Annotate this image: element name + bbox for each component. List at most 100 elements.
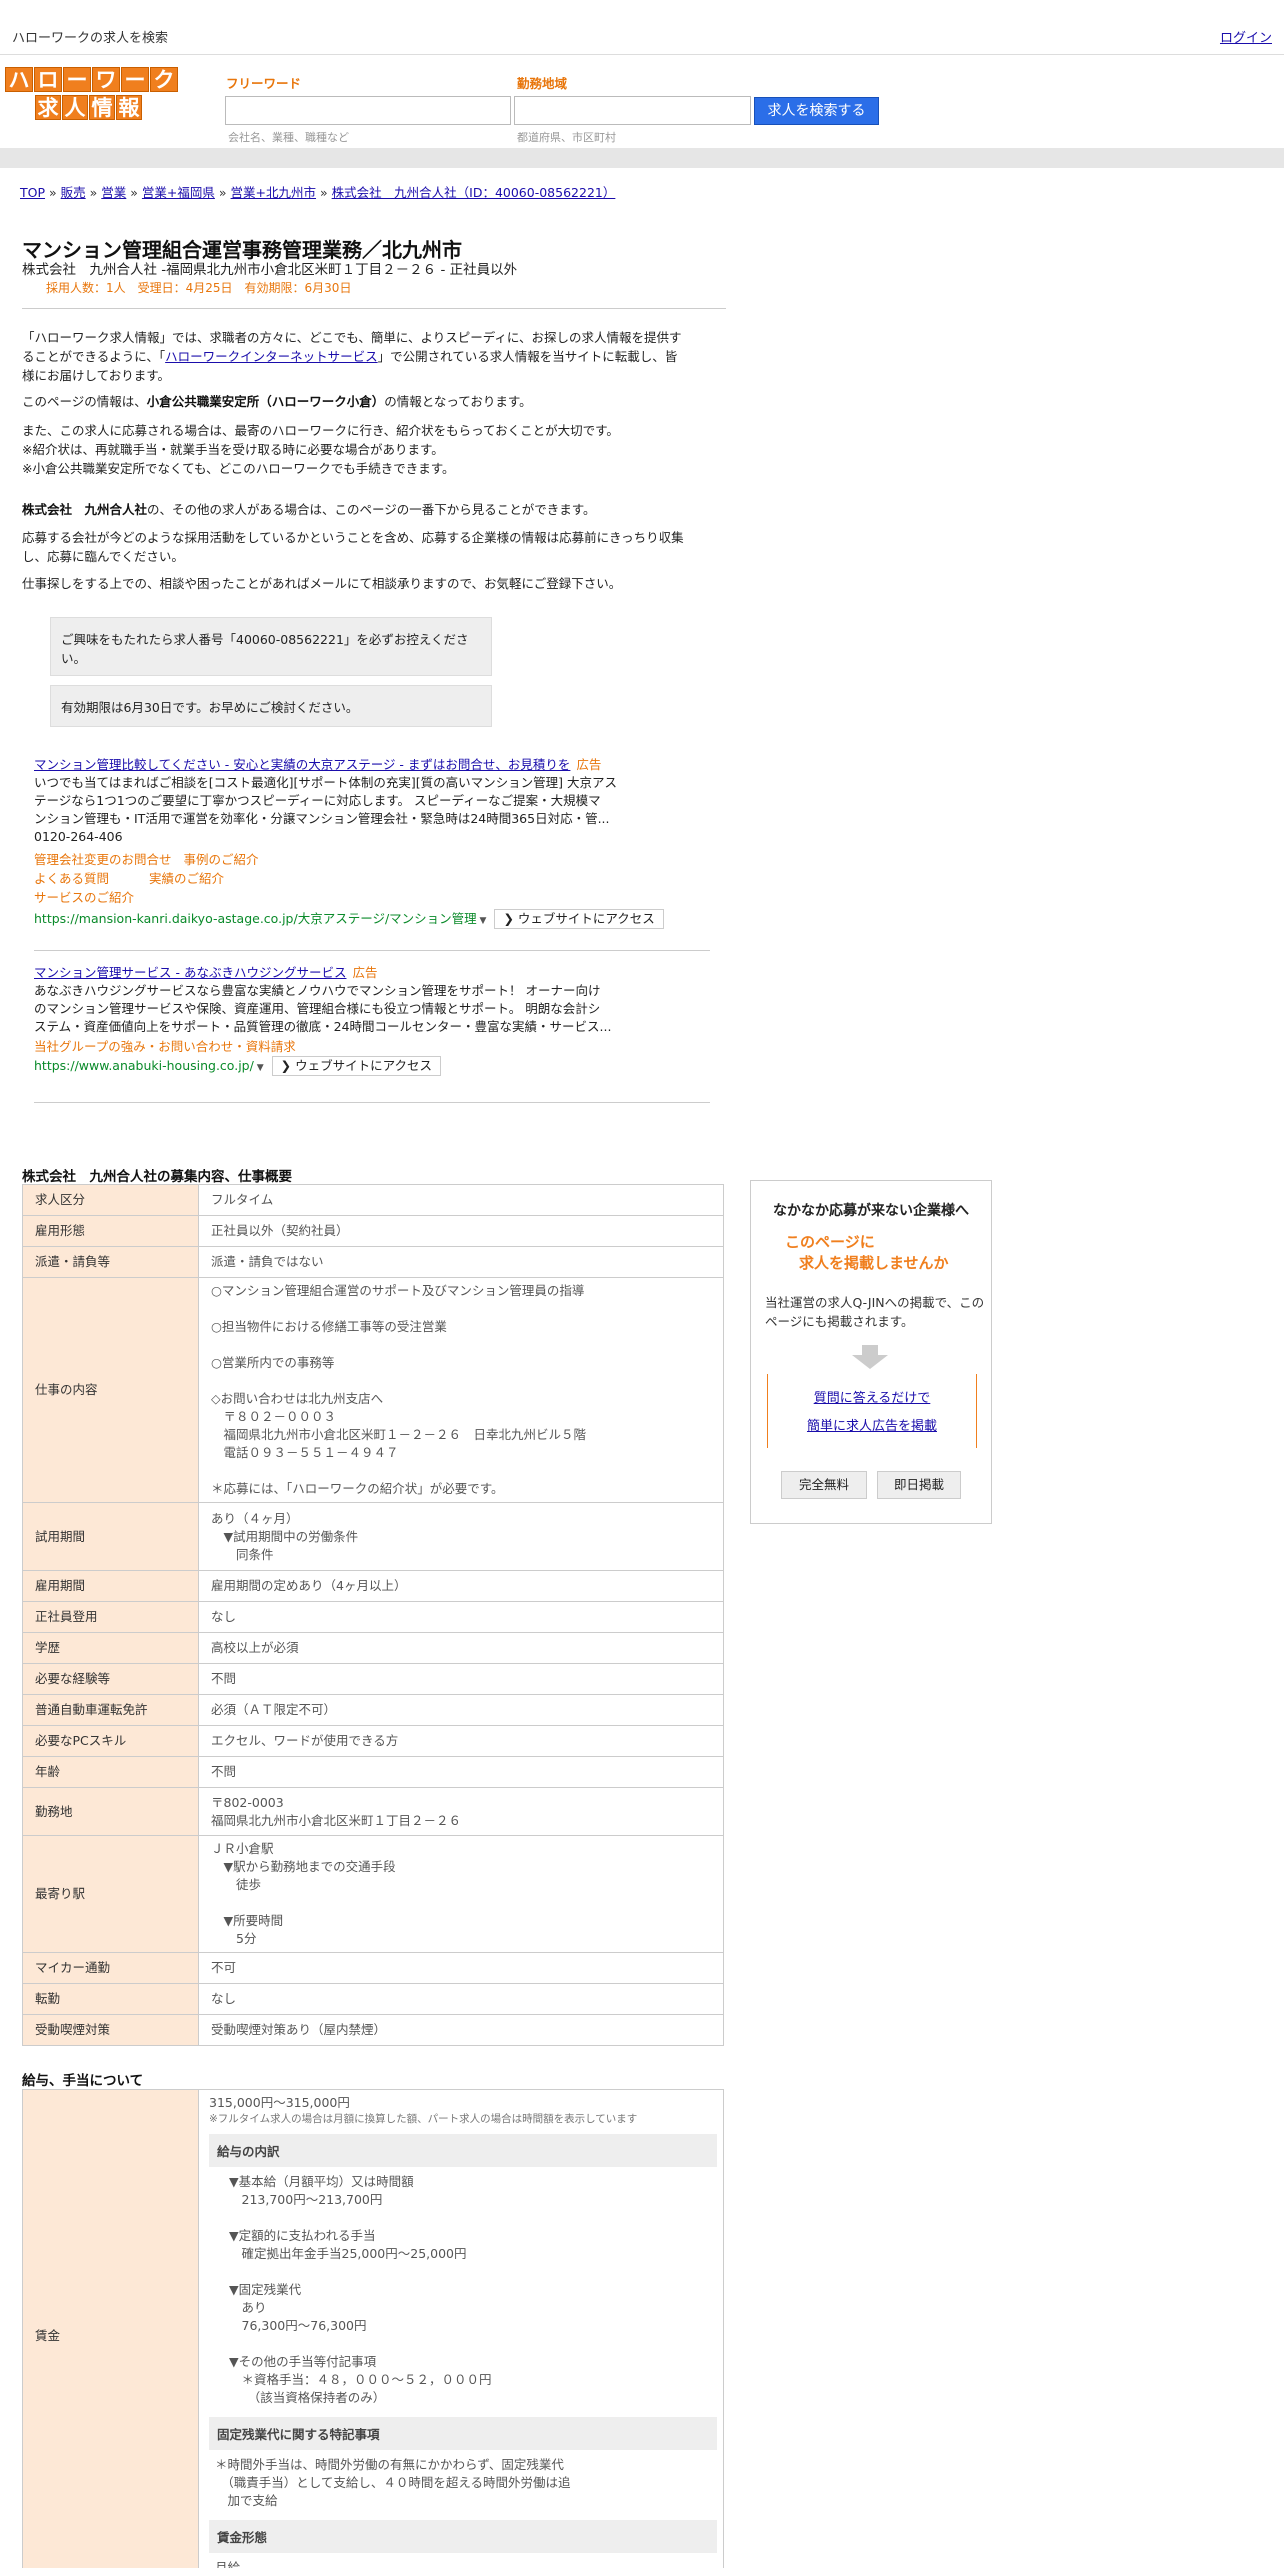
ad-2-visit-button[interactable]: ❯ ウェブサイトにアクセス [271, 1056, 441, 1076]
row-value: 高校以上が必須 [198, 1632, 724, 1664]
arrow-down-icon [852, 1355, 888, 1369]
area-hint: 都道府県、市区町村 [517, 131, 616, 144]
logo-char: 報 [116, 95, 142, 120]
ad-badge: 広告 [352, 965, 378, 980]
table-row: 受動喫煙対策 受動喫煙対策あり（屋内禁煙） [22, 2014, 724, 2046]
salary-breakdown: ▼基本給（月額平均）又は時間額 213,700円〜213,700円 ▼定額的に支… [229, 2174, 492, 2405]
divider [22, 308, 726, 309]
row-label: 仕事の内容 [22, 1277, 199, 1503]
row-label: 普通自動車運転免許 [22, 1694, 199, 1726]
salary-key: 賃金 [22, 2089, 199, 2568]
search-button[interactable]: 求人を検索する [754, 97, 879, 125]
job-details-table: 求人区分 フルタイム 雇用形態 正社員以外（契約社員） 派遣・請負等 派遣・請負ではない仕… [22, 1184, 724, 2046]
table-row: 必要な経験等 不問 [22, 1663, 724, 1695]
divider-bar [0, 148, 1284, 168]
arrow-down-icon [862, 1345, 878, 1355]
same-day-badge[interactable]: 即日掲載 [877, 1471, 961, 1499]
logo-char: ー [63, 67, 91, 92]
table-row: 求人区分 フルタイム [22, 1184, 724, 1216]
sidebar-desc: 当社運営の求人Q-JINへの掲載で、このページにも掲載されます。 [765, 1295, 985, 1329]
area-input[interactable] [514, 96, 751, 125]
breadcrumb-kitakyushu[interactable]: 営業+北九州市 [231, 185, 316, 200]
notice-paragraph: また、この求人に応募される場合は、最寄のハローワークに行き、紹介状をもらっておく… [22, 423, 619, 476]
breadcrumb-eigyo[interactable]: 営業 [101, 185, 126, 200]
ad-1-link-services[interactable]: サービスのご紹介 [34, 890, 134, 905]
sidebar-link-frame: 質問に答えるだけで 簡単に求人広告を掲載 [767, 1374, 977, 1448]
sidebar-link-questions[interactable]: 質問に答えるだけで [814, 1391, 931, 1406]
sidebar-catch-1: このページに [785, 1233, 875, 1251]
row-label: 正社員登用 [22, 1601, 199, 1633]
breadcrumb-company[interactable]: 株式会社 九州合人社（ID：40060-08562221） [332, 185, 616, 200]
breadcrumb-fukuoka[interactable]: 営業+福岡県 [142, 185, 215, 200]
row-value: 雇用期間の定めあり（4ヶ月以上） [198, 1570, 724, 1602]
table-row: 派遣・請負等 派遣・請負ではない [22, 1246, 724, 1278]
keyword-input[interactable] [225, 96, 511, 125]
table-row: 必要なPCスキル エクセル、ワードが使用できる方 [22, 1725, 724, 1757]
row-label: 受動喫煙対策 [22, 2014, 199, 2046]
ad-1-link-results[interactable]: 実績のご紹介 [149, 871, 224, 886]
source-paragraph: このページの情報は、小倉公共職業安定所（ハローワーク小倉）の情報となっております… [22, 394, 532, 409]
keyword-label: フリーワード [226, 76, 302, 91]
ad-1-phone: 0120-264-406 [34, 829, 123, 844]
free-badge[interactable]: 完全無料 [781, 1471, 867, 1499]
section-salary: 給与、手当について [22, 2073, 144, 2089]
top-bar: ハローワークの求人を検索 ログイン [0, 0, 1284, 55]
row-label: 年齢 [22, 1756, 199, 1788]
breadcrumb-sales[interactable]: 販売 [61, 185, 86, 200]
hellowork-link[interactable]: ハローワークインターネットサービス [165, 349, 378, 364]
sidebar-ad: なかなか応募が来ない企業様へ このページに 求人を掲載しませんか 当社運営の求人… [750, 1180, 992, 1524]
logo-char: 人 [62, 95, 88, 120]
row-label: 雇用期間 [22, 1570, 199, 1602]
ad-1-link-faq[interactable]: よくある質問 [34, 871, 109, 886]
fixed-overtime-heading: 固定残業代に関する特記事項 [209, 2417, 717, 2450]
ad-1-visit-button[interactable]: ❯ ウェブサイトにアクセス [494, 909, 664, 929]
ad-1: マンション管理比較してください - 安心と実績の大京アステージ - まずはお問合… [34, 756, 710, 930]
row-value: 〒802-0003 福岡県北九州市小倉北区米町１丁目２－２６ [198, 1787, 724, 1836]
job-meta: 採用人数：1人 受理日：4月25日 有効期限：6月30日 [46, 281, 352, 295]
row-value: あり（４ヶ月） ▼試用期間中の労働条件 同条件 [198, 1502, 724, 1571]
table-row: 賃金 315,000円〜315,000円 ※フルタイム求人の場合は月額に換算した… [22, 2089, 724, 2568]
breakdown-heading: 給与の内訳 [209, 2134, 717, 2167]
row-label: 派遣・請負等 [22, 1246, 199, 1278]
other-jobs-paragraph: 株式会社 九州合人社の、その他の求人がある場合は、このページの一番下から見ること… [22, 502, 596, 517]
research-paragraph: 応募する会社が今どのような採用活動をしているかということを含め、応募する企業様の… [22, 530, 684, 564]
sidebar-catch-2: 求人を掲載しませんか [799, 1254, 949, 1272]
row-label: 求人区分 [22, 1184, 199, 1216]
table-row: 学歴 高校以上が必須 [22, 1632, 724, 1664]
ad-2-url[interactable]: https://www.anabuki-housing.co.jp/ [34, 1058, 254, 1073]
intro-paragraph: 「ハローワーク求人情報」では、求職者の方々に、どこでも、簡単に、よりスピーディに… [22, 330, 682, 383]
ad-1-link-change[interactable]: 管理会社変更のお問合せ [34, 852, 172, 867]
breadcrumb-top[interactable]: TOP [20, 185, 45, 200]
sidebar-link-post[interactable]: 簡単に求人広告を掲載 [807, 1419, 937, 1434]
row-value: エクセル、ワードが使用できる方 [198, 1725, 724, 1757]
login-link[interactable]: ログイン [1220, 27, 1272, 46]
row-value: ＪＲ小倉駅 ▼駅から勤務地までの交通手段 徒歩 ▼所要時間 5分 [198, 1835, 724, 1953]
ad-2-title[interactable]: マンション管理サービス - あなぶきハウジングサービス [34, 965, 346, 980]
ad-badge: 広告 [576, 757, 602, 772]
table-row: 正社員登用 なし [22, 1601, 724, 1633]
ad-1-title[interactable]: マンション管理比較してください - 安心と実績の大京アステージ - まずはお問合… [34, 757, 570, 772]
keyword-hint: 会社名、業種、職種など [228, 131, 349, 144]
ad-2-link[interactable]: 当社グループの強み・お問い合わせ・資料請求 [34, 1039, 296, 1054]
ad-1-link-cases[interactable]: 事例のご紹介 [184, 852, 259, 867]
row-value: 不可 [198, 1952, 724, 1984]
table-row: 最寄り駅 ＪＲ小倉駅 ▼駅から勤務地までの交通手段 徒歩 ▼所要時間 5分 [22, 1835, 724, 1953]
logo[interactable]: ハローワーク 求人情報 [5, 67, 180, 125]
row-value: ○マンション管理組合運営のサポート及びマンション管理員の指導 ○担当物件における… [198, 1277, 724, 1503]
logo-char: ロ [34, 67, 62, 92]
row-value: 派遣・請負ではない [198, 1246, 724, 1278]
row-value: フルタイム [198, 1184, 724, 1216]
salary-note: ※フルタイム求人の場合は月額に換算した額、パート求人の場合は時間額を表示していま… [209, 2113, 638, 2125]
wage-form-heading: 賃金形態 [209, 2520, 717, 2553]
row-label: 試用期間 [22, 1502, 199, 1571]
logo-char: ク [150, 67, 178, 92]
ad-2: マンション管理サービス - あなぶきハウジングサービス 広告 あなぶきハウジングサ… [34, 964, 710, 1077]
job-subtitle: 株式会社 九州合人社 -福岡県北九州市小倉北区米町１丁目２－２６ - 正社員以外 [22, 262, 518, 278]
table-row: 雇用形態 正社員以外（契約社員） [22, 1215, 724, 1247]
ad-1-url[interactable]: https://mansion-kanri.daikyo-astage.co.j… [34, 911, 477, 926]
logo-char: ワ [92, 67, 120, 92]
row-label: マイカー通勤 [22, 1952, 199, 1984]
ad-divider [34, 1102, 710, 1103]
consult-paragraph: 仕事探しをする上での、相談や困ったことがあればメールにて相談承りますので、お気軽… [22, 576, 622, 591]
row-value: 必須（ＡＴ限定不可） [198, 1694, 724, 1726]
